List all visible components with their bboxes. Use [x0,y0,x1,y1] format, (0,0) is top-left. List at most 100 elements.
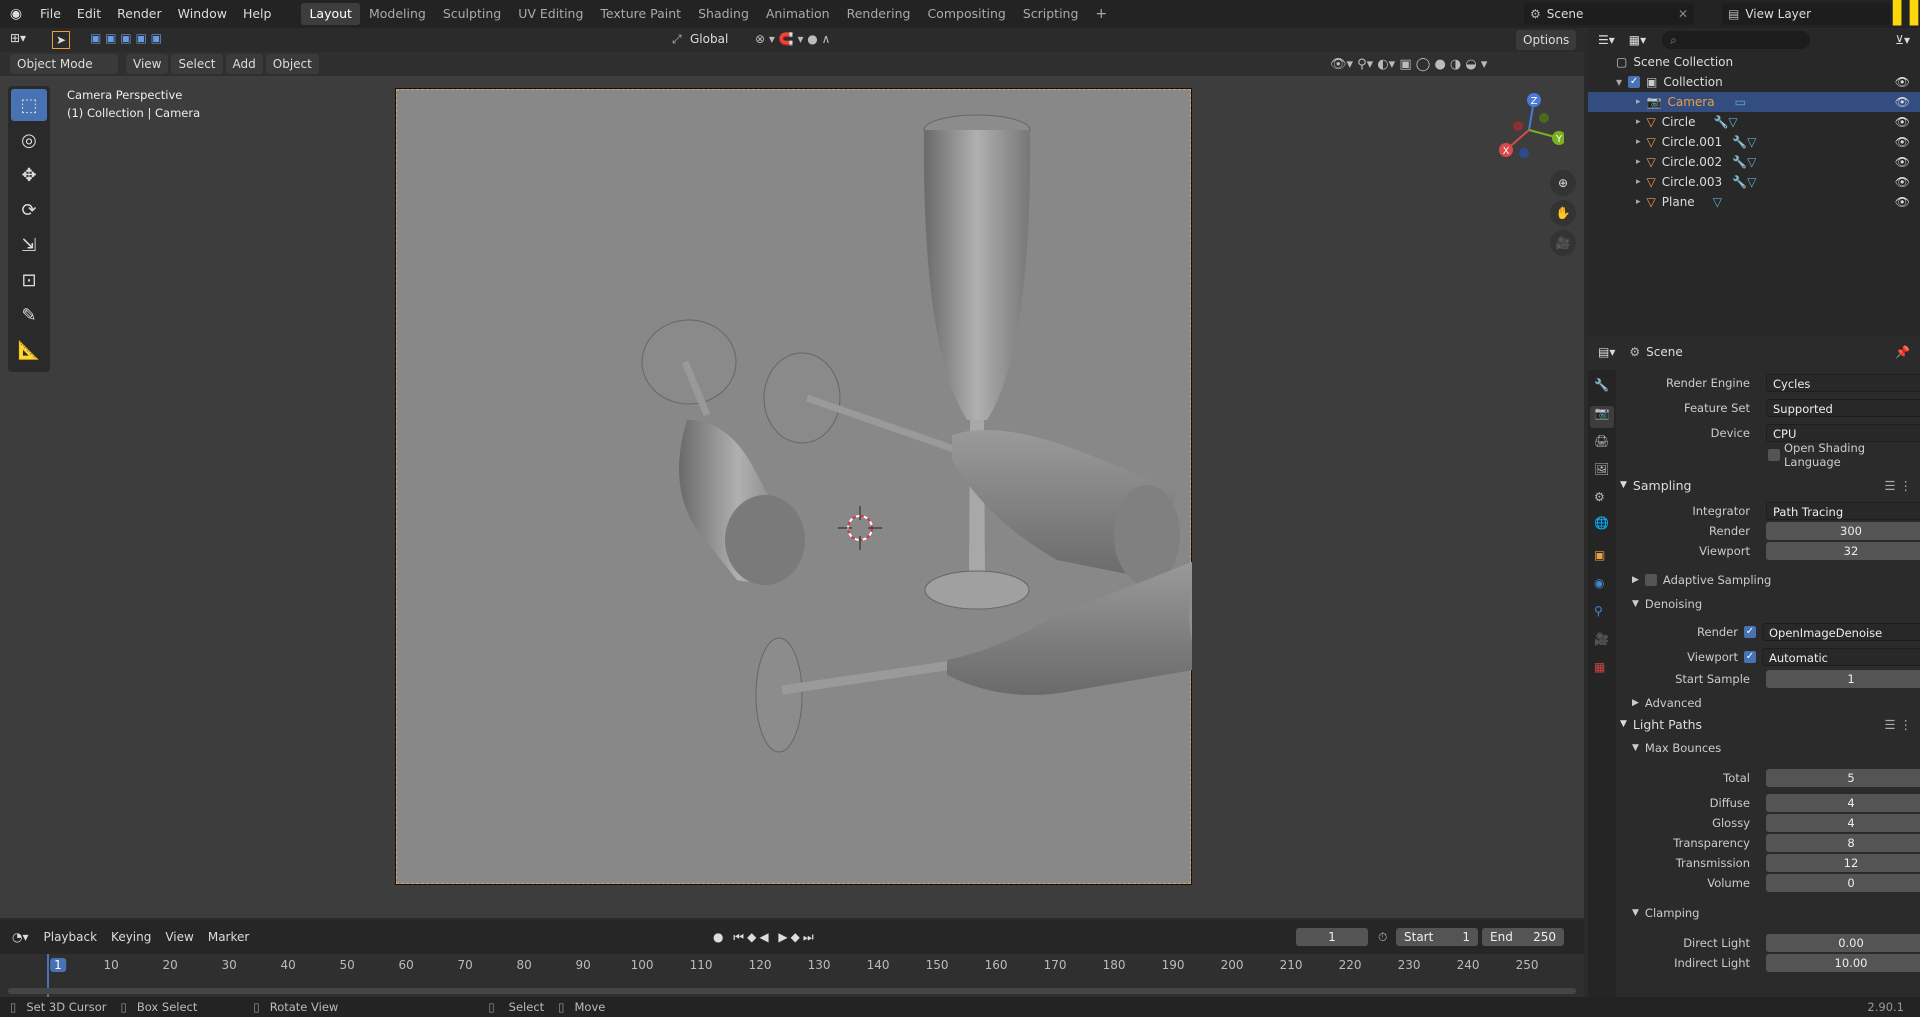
camera-data-tab-icon[interactable]: 🎥 [1594,632,1609,646]
move-tool-icon[interactable]: ✥ [11,159,47,191]
expand-arrow-icon[interactable]: ▸ [1636,97,1641,107]
shading-mode-icons[interactable]: 👁▾ ⚲▾ ◐▾ ▣ ◯ ● ◑ ◒ ▾ [1330,57,1487,72]
viewport-samples-field[interactable]: 32 [1766,542,1920,560]
menu-select[interactable]: Select [171,54,223,74]
outliner-item-circle-003[interactable]: ▸ ▽ Circle.003 🔧▽ 👁 [1588,172,1920,192]
menu-marker[interactable]: Marker [201,927,256,947]
menu-add[interactable]: Add [225,54,263,74]
camera-view-icon[interactable]: 🎥 [1550,230,1576,256]
menu-object[interactable]: Object [265,54,319,74]
measure-tool-icon[interactable]: 📐 [11,334,47,366]
selection-mode-icons[interactable]: ▣ ▣ ▣ ▣ ▣ [90,31,162,45]
menu-file[interactable]: File [32,0,69,28]
select-box-tool-icon[interactable]: ⬚ [11,89,47,121]
rotate-tool-icon[interactable]: ⟳ [11,194,47,226]
world-tab-icon[interactable]: 🌐 [1594,516,1609,530]
filter-icon[interactable]: ⊻▾ [1895,33,1910,47]
outliner-search[interactable]: ⌕ [1662,31,1811,49]
menu-render[interactable]: Render [109,0,170,28]
denoise-render-checkbox[interactable]: ✓ [1744,626,1756,638]
view-layer-tab-icon[interactable]: 🖼 [1594,462,1609,476]
adaptive-sampling-checkbox[interactable] [1644,574,1657,586]
transmission-field[interactable]: 12 [1766,854,1920,872]
menu-view[interactable]: View [126,54,169,74]
collection-row[interactable]: ▾ ✓ ▣ Collection 👁 [1588,72,1920,92]
total-field[interactable]: 5 [1766,769,1920,787]
tab-sculpting[interactable]: Sculpting [435,3,509,25]
menu-window[interactable]: Window [170,0,235,28]
diffuse-field[interactable]: 4 [1766,794,1920,812]
constraints-tab-icon[interactable]: ⚲ [1594,604,1603,618]
add-workspace-button[interactable]: + [1087,3,1115,25]
tab-modeling[interactable]: Modeling [361,3,434,25]
indirect-light-field[interactable]: 10.00 [1766,954,1920,972]
editor-type-icon[interactable]: ⊞▾ [10,31,26,45]
blender-logo-icon[interactable]: ◉ [0,6,32,22]
stopwatch-icon[interactable]: ⏱ [1378,930,1387,945]
adaptive-sampling-header[interactable]: ▶ Adaptive Sampling [1632,570,1912,590]
outliner-item-circle-001[interactable]: ▸ ▽ Circle.001 🔧▽ 👁 [1588,132,1920,152]
menu-keying[interactable]: Keying [104,927,158,947]
render-engine-dropdown[interactable]: Cycles [1766,374,1920,392]
scene-collection-row[interactable]: ▢ Scene Collection [1588,52,1920,72]
outliner-item-camera[interactable]: ▸ 📷 Camera ▭ 👁 [1588,92,1920,112]
tab-scripting[interactable]: Scripting [1015,3,1087,25]
tab-uv-editing[interactable]: UV Editing [510,3,591,25]
scale-tool-icon[interactable]: ⇲ [11,229,47,261]
expand-arrow-icon[interactable]: ▸ [1636,137,1641,147]
expand-arrow-icon[interactable]: ▾ [1616,75,1622,89]
device-dropdown[interactable]: CPU [1766,424,1920,442]
cursor-tool-icon[interactable]: ◎ [11,124,47,156]
3d-cursor-icon[interactable] [838,506,882,550]
render-tab-icon[interactable]: 📷 [1590,406,1614,428]
outliner-item-plane[interactable]: ▸ ▽ Plane ▽ 👁 [1588,192,1920,212]
transform-orientation-dropdown[interactable]: Global [690,32,728,46]
expand-arrow-icon[interactable]: ▸ [1636,177,1641,187]
glossy-field[interactable]: 4 [1766,814,1920,832]
modifier-mesh-icons[interactable]: 🔧▽ [1713,115,1737,129]
mode-dropdown[interactable]: Object Mode [10,54,118,74]
denoise-viewport-dropdown[interactable]: Automatic [1762,648,1920,666]
visibility-eye-icon[interactable]: 👁 [1895,75,1910,89]
list-icon[interactable]: ☰ ⋮ [1884,717,1912,732]
start-frame-field[interactable]: Start 1 [1396,928,1478,946]
tab-compositing[interactable]: Compositing [919,3,1013,25]
modifier-mesh-icons[interactable]: 🔧▽ [1732,175,1756,189]
tab-animation[interactable]: Animation [758,3,838,25]
sampling-panel-header[interactable]: ▼ Sampling ☰ ⋮ [1620,474,1916,496]
timeline-editor-icon[interactable]: ◔▾ [12,930,29,944]
close-icon[interactable]: ✕ [1678,7,1688,21]
properties-editor-icon[interactable]: ▤▾ [1598,345,1615,359]
zoom-icon[interactable]: ⊕ [1550,170,1576,196]
feature-set-dropdown[interactable]: Supported [1766,399,1920,417]
volume-field[interactable]: 0 [1766,874,1920,892]
scene-tab-icon[interactable]: ⚙ [1594,490,1605,504]
navigation-gizmo[interactable]: Z Y X [1494,90,1566,160]
modifier-mesh-icons[interactable]: 🔧▽ [1732,155,1756,169]
outliner-item-circle-002[interactable]: ▸ ▽ Circle.002 🔧▽ 👁 [1588,152,1920,172]
tab-texture-paint[interactable]: Texture Paint [592,3,689,25]
camera-data-icon[interactable]: ▭ [1735,95,1746,109]
osl-checkbox[interactable] [1768,449,1780,461]
visibility-eye-icon[interactable]: 👁 [1895,95,1910,109]
menu-edit[interactable]: Edit [69,0,109,28]
transform-tool-icon[interactable]: ⊡ [11,264,47,296]
visibility-eye-icon[interactable]: 👁 [1895,115,1910,129]
pivot-snap-icons[interactable]: ⊗ ▾ 🧲 ▾ ● ∧ [755,32,830,46]
outliner-editor-icon[interactable]: ☰▾ [1598,33,1615,47]
visibility-eye-icon[interactable]: 👁 [1895,195,1910,209]
display-mode-icon[interactable]: ▦▾ [1629,33,1646,47]
denoise-render-dropdown[interactable]: OpenImageDenoise [1762,623,1920,641]
texture-tab-icon[interactable]: ▦ [1594,660,1605,674]
clamping-header[interactable]: ▼ Clamping [1632,903,1912,923]
visibility-eye-icon[interactable]: 👁 [1895,135,1910,149]
expand-arrow-icon[interactable]: ▸ [1636,117,1641,127]
visibility-eye-icon[interactable]: 👁 [1895,175,1910,189]
pin-icon[interactable]: 📌 [1895,345,1910,359]
collection-checkbox[interactable]: ✓ [1628,76,1641,88]
scene-selector[interactable]: ⚙ Scene ✕ [1524,3,1694,25]
annotate-tool-icon[interactable]: ✎ [11,299,47,331]
tab-shading[interactable]: Shading [690,3,757,25]
view-layer-selector[interactable]: ▤ View Layer [1722,3,1890,25]
integrator-dropdown[interactable]: Path Tracing [1766,502,1920,520]
